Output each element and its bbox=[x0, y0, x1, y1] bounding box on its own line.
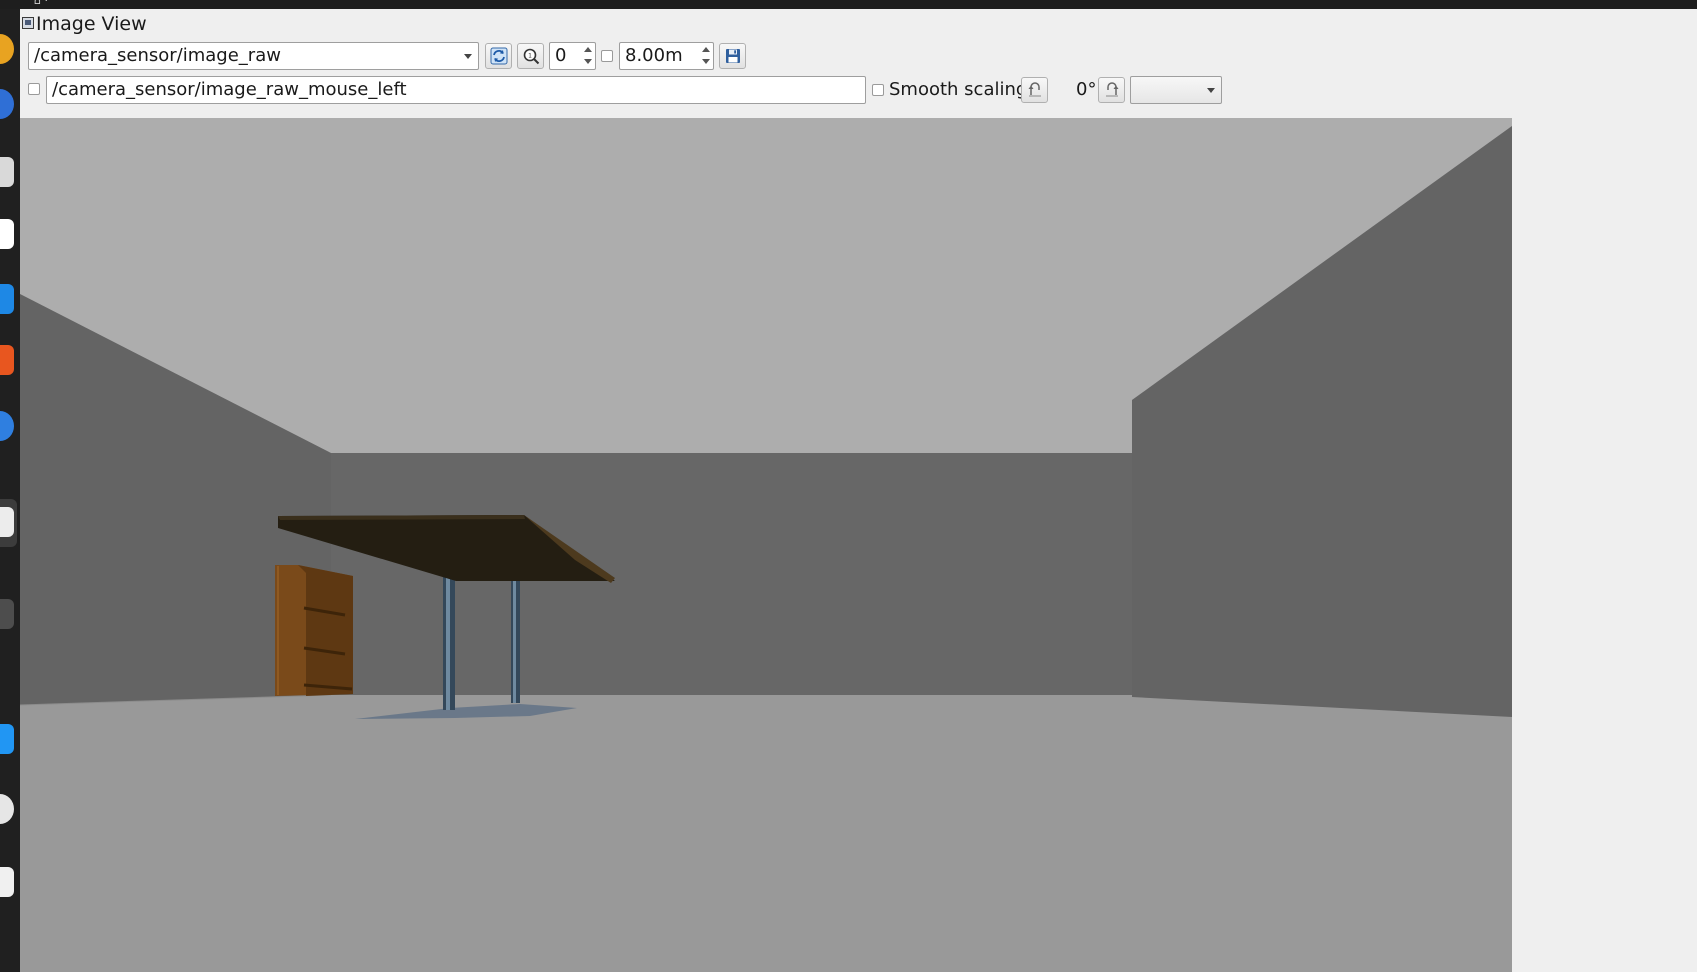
dock-app-icon[interactable] bbox=[0, 599, 14, 629]
refresh-topics-button[interactable] bbox=[485, 43, 512, 69]
mouse-topic-input[interactable]: /camera_sensor/image_raw_mouse_left bbox=[46, 76, 866, 104]
refresh-icon bbox=[490, 47, 507, 65]
bookshelf bbox=[275, 565, 353, 696]
dock-app-icon[interactable] bbox=[0, 219, 14, 249]
extra-select[interactable] bbox=[1130, 76, 1222, 104]
zoom-spinbox[interactable]: 0 bbox=[549, 42, 596, 70]
rotation-value: 0° bbox=[1076, 79, 1097, 100]
max-range-spinbox[interactable]: 8.00m bbox=[619, 42, 714, 70]
save-icon bbox=[725, 49, 740, 63]
dock-app-icon[interactable] bbox=[0, 794, 14, 824]
chevron-down-icon bbox=[464, 54, 472, 59]
mouse-publish-checkbox[interactable] bbox=[28, 83, 40, 95]
rotate-left-button[interactable] bbox=[1021, 77, 1048, 103]
window-icon bbox=[22, 17, 34, 29]
smooth-scaling-checkbox[interactable] bbox=[872, 84, 884, 96]
window-title: Image View bbox=[36, 13, 147, 35]
dock bbox=[0, 9, 20, 972]
rotate-right-icon bbox=[1105, 82, 1118, 97]
dock-app-icon[interactable] bbox=[0, 157, 14, 187]
max-range-checkbox[interactable] bbox=[601, 50, 613, 62]
image-view-window: Image View /camera_sensor/image_raw 1 0 … bbox=[20, 9, 1697, 972]
dock-app-icon[interactable] bbox=[0, 284, 14, 314]
zoom-spinbox-value: 0 bbox=[555, 45, 567, 66]
system-top-bar: ⌂ · bbox=[0, 0, 1697, 9]
rotate-left-icon bbox=[1028, 82, 1041, 97]
camera-image[interactable] bbox=[20, 118, 1512, 972]
zoom-spinbox-arrows[interactable] bbox=[581, 44, 594, 68]
dock-app-icon[interactable] bbox=[0, 724, 14, 754]
zoom-icon: 1 bbox=[523, 48, 539, 65]
dock-app-icon[interactable] bbox=[0, 867, 14, 897]
svg-text:1: 1 bbox=[528, 53, 532, 60]
dock-app-icon[interactable] bbox=[0, 345, 14, 375]
max-range-spinbox-arrows[interactable] bbox=[699, 44, 712, 68]
terminal-icon[interactable] bbox=[0, 507, 14, 537]
topic-select[interactable]: /camera_sensor/image_raw bbox=[28, 42, 479, 70]
max-range-value: 8.00m bbox=[625, 45, 683, 66]
save-image-button[interactable] bbox=[719, 43, 746, 69]
smooth-scaling-label: Smooth scaling bbox=[889, 79, 1028, 100]
activities-icon[interactable]: ⌂ · bbox=[34, 0, 48, 7]
rotate-right-button[interactable] bbox=[1098, 77, 1125, 103]
chevron-down-icon bbox=[1207, 88, 1215, 93]
topic-select-value: /camera_sensor/image_raw bbox=[34, 45, 281, 66]
dock-app-icon[interactable] bbox=[0, 34, 14, 64]
firefox-icon[interactable] bbox=[0, 89, 14, 119]
mouse-topic-value: /camera_sensor/image_raw_mouse_left bbox=[52, 79, 407, 100]
camera-image-render bbox=[20, 118, 1512, 972]
dock-app-icon[interactable] bbox=[0, 411, 14, 441]
zoom-1-button[interactable]: 1 bbox=[517, 43, 544, 69]
